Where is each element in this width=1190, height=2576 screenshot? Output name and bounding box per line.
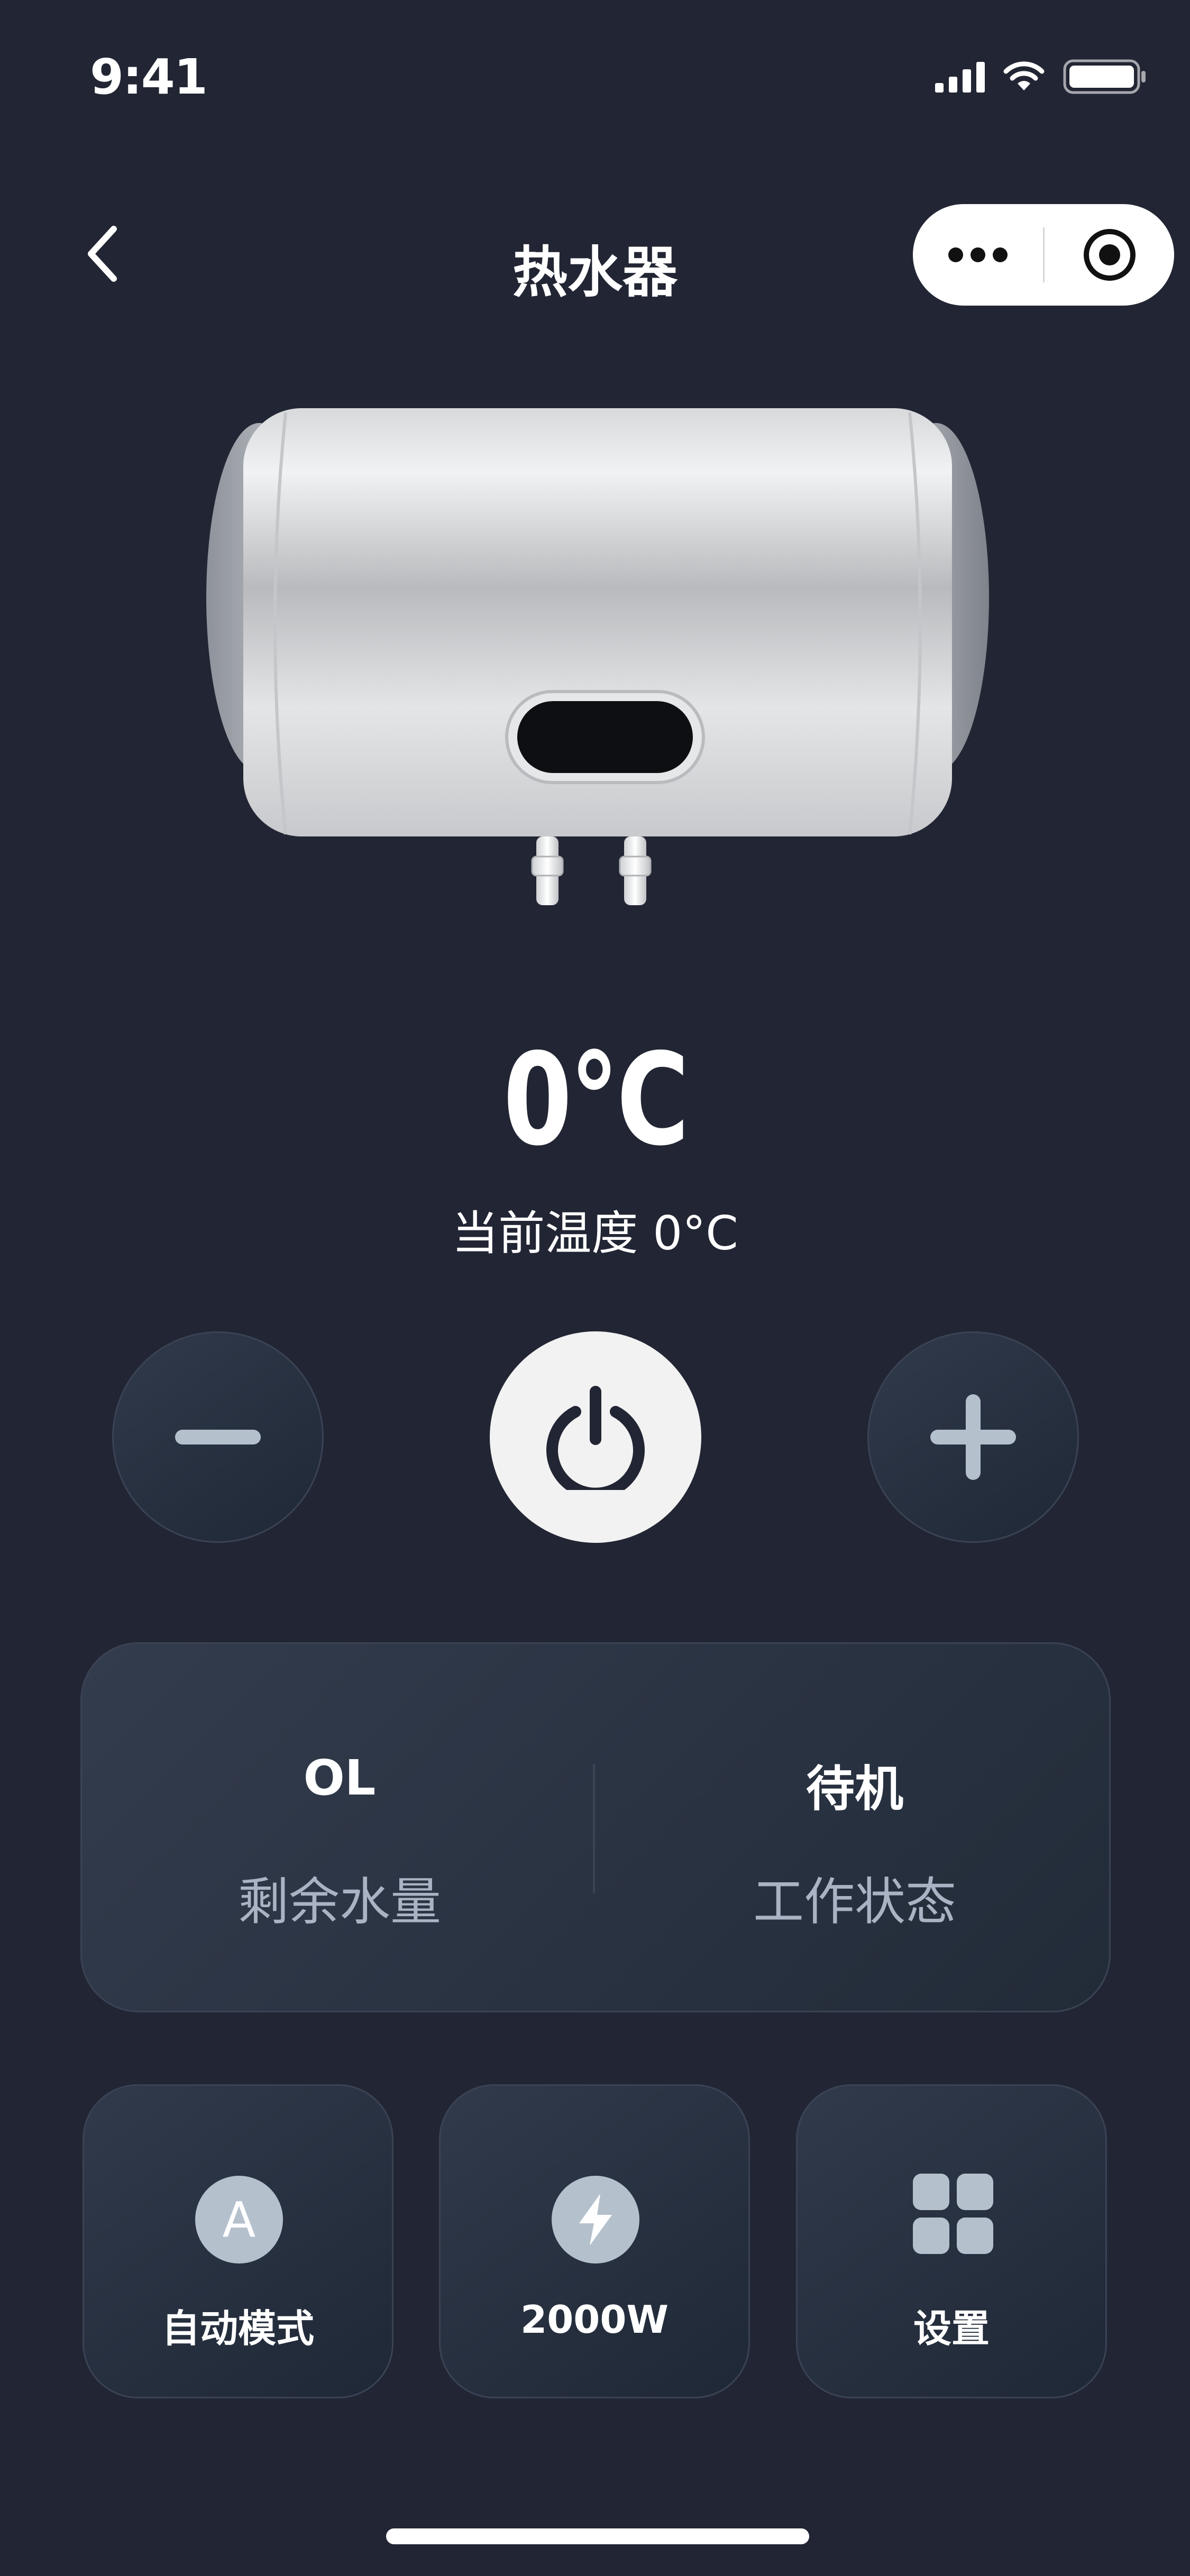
lightning-icon <box>552 2176 639 2264</box>
working-status: 待机 工作状态 <box>597 1644 1112 2011</box>
target-circle-icon <box>1083 229 1136 281</box>
power-button[interactable] <box>490 1331 701 1543</box>
water-remaining-value: OL <box>303 1750 376 1806</box>
decrease-temperature-button[interactable] <box>112 1331 324 1543</box>
increase-temperature-button[interactable] <box>867 1331 1079 1543</box>
grid-icon <box>913 2174 993 2254</box>
miniprogram-capsule <box>913 204 1174 306</box>
current-temperature-text: 当前温度 0°C <box>452 1206 738 1261</box>
more-button[interactable] <box>913 204 1043 306</box>
working-status-label: 工作状态 <box>753 1872 956 1931</box>
auto-mode-label: 自动模式 <box>161 2306 314 2351</box>
minus-icon <box>175 1430 261 1445</box>
power-level-button[interactable]: 2000W <box>439 2084 750 2398</box>
status-time: 9:41 <box>90 49 208 105</box>
auto-mode-icon: A <box>195 2176 283 2264</box>
water-remaining: OL 剩余水量 <box>82 1644 597 2011</box>
wifi-icon <box>1003 61 1045 90</box>
auto-mode-button[interactable]: A 自动模式 <box>83 2084 393 2398</box>
water-remaining-label: 剩余水量 <box>238 1872 441 1931</box>
status-card: OL 剩余水量 待机 工作状态 <box>80 1642 1111 2012</box>
auto-mode-letter: A <box>222 2191 256 2248</box>
settings-label: 设置 <box>913 2306 990 2351</box>
power-level-label: 2000W <box>520 2297 669 2342</box>
target-temperature: 0°C <box>503 1026 689 1174</box>
more-dots-icon <box>948 247 1008 262</box>
water-heater-image <box>206 408 989 905</box>
water-heater-screen: 9:41 热水器 0°C 当前温度 0°C OL 剩余水量 待机 工作状态 A … <box>0 0 1190 2576</box>
home-indicator <box>386 2528 809 2544</box>
card-divider <box>593 1764 595 1893</box>
battery-icon <box>1063 59 1146 94</box>
signal-icon <box>935 61 985 93</box>
plus-icon <box>930 1394 1016 1480</box>
close-miniprogram-button[interactable] <box>1045 204 1174 306</box>
settings-button[interactable]: 设置 <box>796 2084 1107 2398</box>
power-icon <box>546 1386 645 1490</box>
status-icons <box>935 58 1148 95</box>
working-status-value: 待机 <box>805 1761 903 1817</box>
